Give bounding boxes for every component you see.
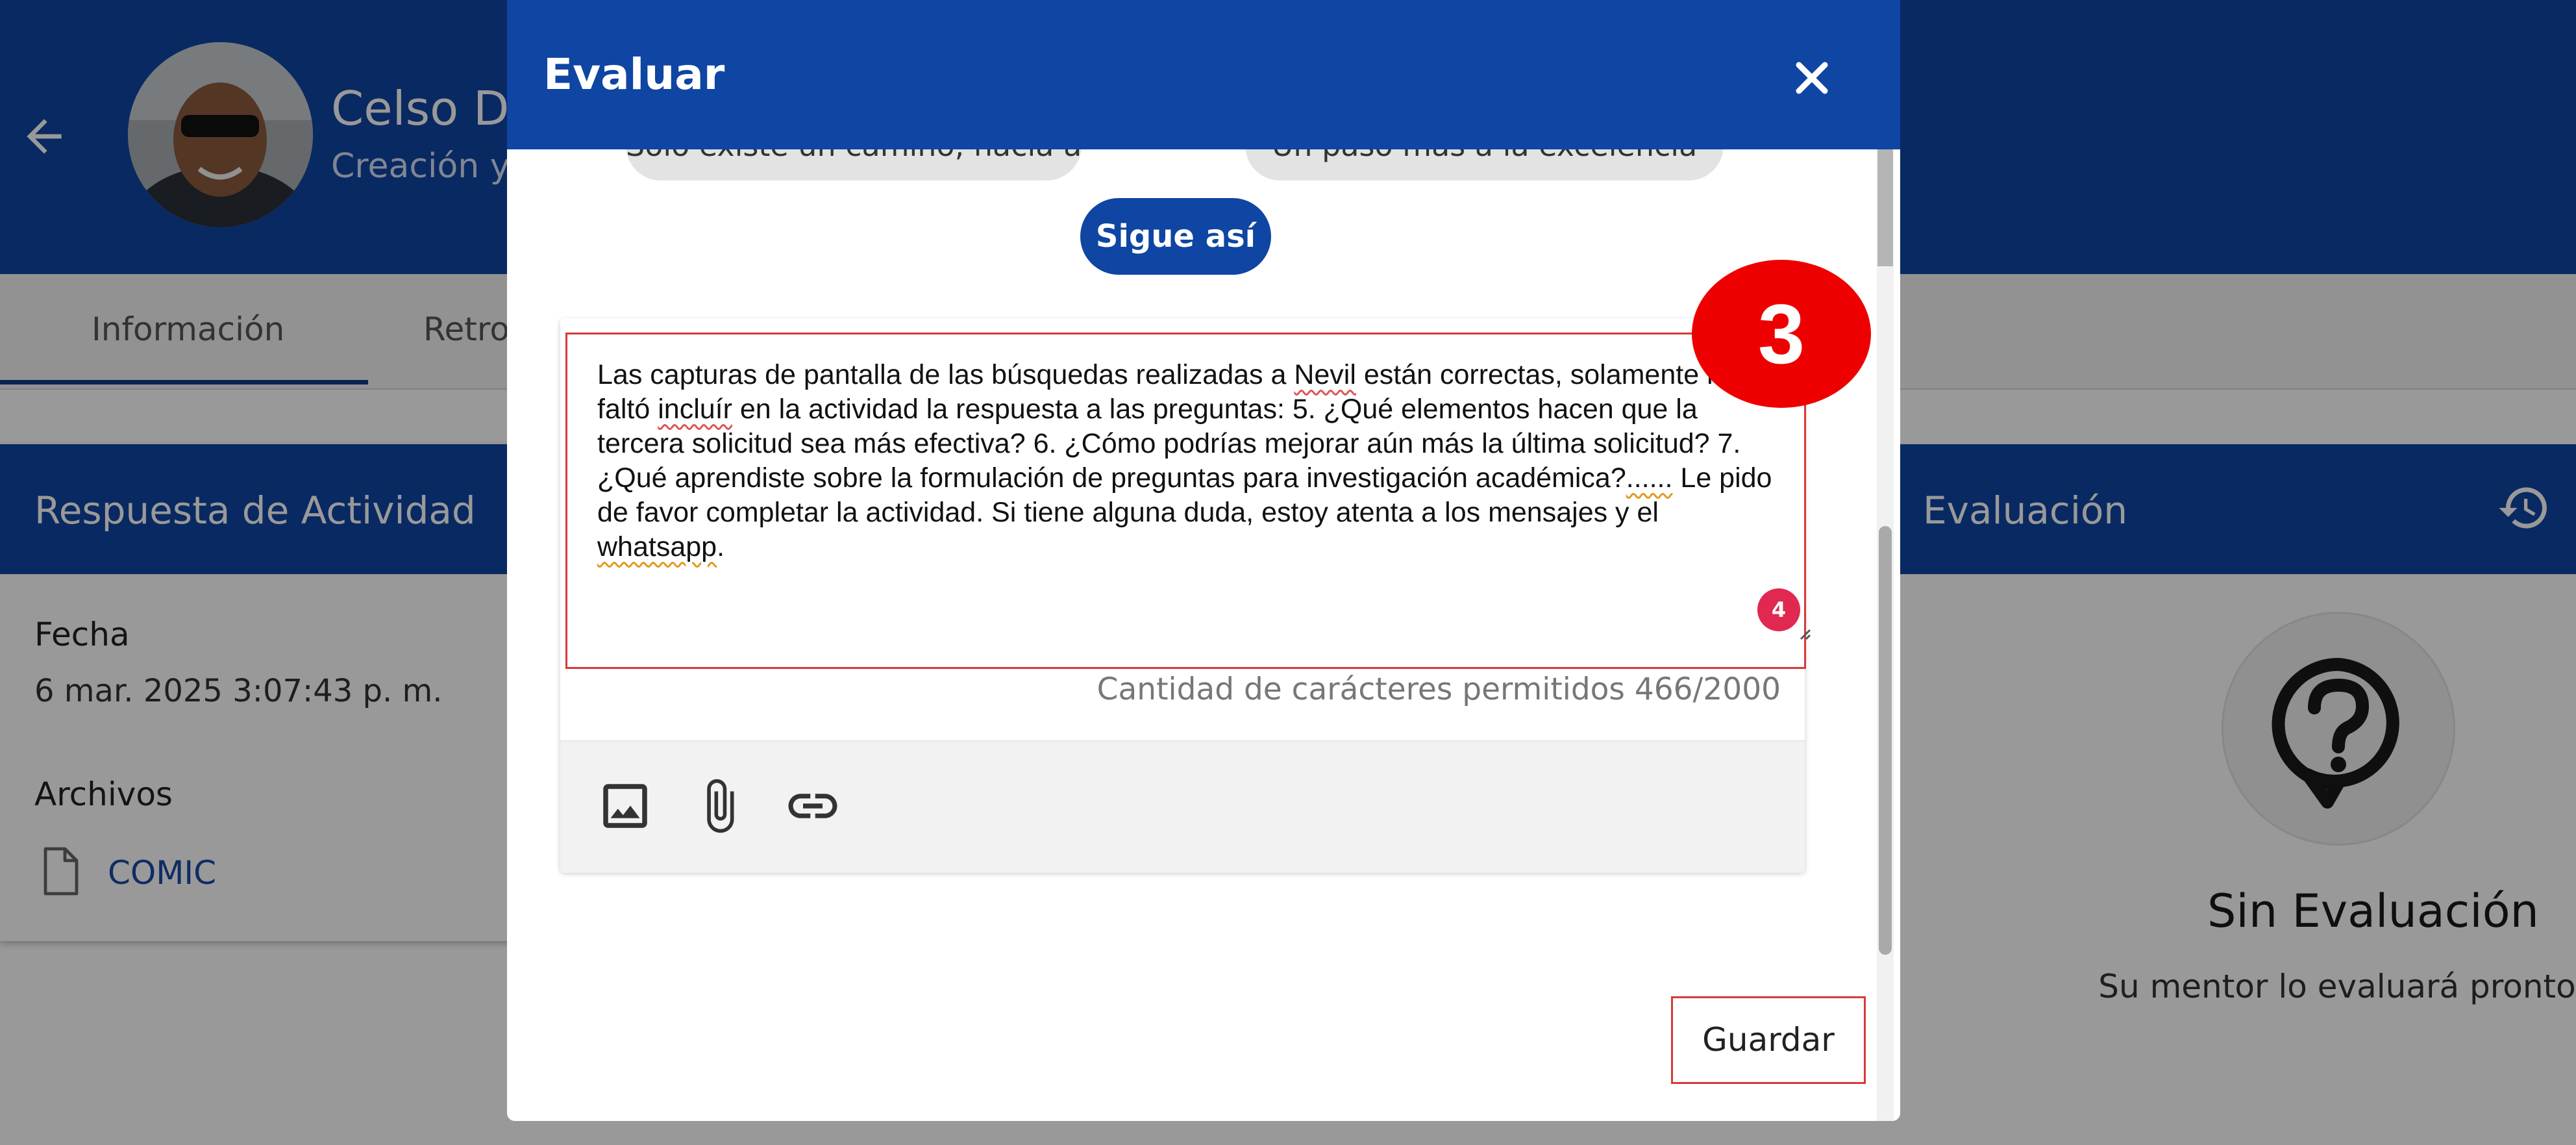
resize-handle-icon[interactable] [1796, 625, 1811, 640]
dialog-title-text: Evaluar [543, 49, 725, 99]
comment-text: Las capturas de pantalla de las búsqueda… [597, 359, 1294, 390]
close-icon[interactable] [1779, 45, 1844, 110]
chip-selected[interactable]: Sigue así [1080, 198, 1271, 275]
link-icon[interactable] [784, 777, 842, 835]
attach-icon[interactable] [690, 777, 749, 835]
step-number-badge: 3 [1692, 260, 1871, 408]
grammar-flag: whatsapp [597, 531, 717, 562]
image-icon[interactable] [596, 777, 654, 835]
grammar-flag: ...... [1626, 462, 1673, 494]
evaluate-dialog: Evaluar Solo existe un camino, hacia ade… [507, 0, 1900, 1121]
char-counter: Cantidad de carácteres permitidos 466/20… [1096, 672, 1781, 707]
comment-text: . [717, 531, 725, 562]
misspelled-word: Nevil [1294, 359, 1356, 390]
comment-textarea[interactable]: Las capturas de pantalla de las búsqueda… [565, 333, 1806, 669]
dialog-scrollbar-thumb[interactable] [1879, 526, 1892, 955]
spellcheck-count-badge[interactable]: 4 [1757, 588, 1800, 631]
save-button[interactable]: Guardar [1671, 996, 1866, 1084]
inner-scrollbar-thumb[interactable] [1877, 149, 1893, 266]
comment-text: en la actividad la respuesta a las pregu… [597, 394, 1741, 494]
misspelled-word: incluír [658, 394, 732, 425]
